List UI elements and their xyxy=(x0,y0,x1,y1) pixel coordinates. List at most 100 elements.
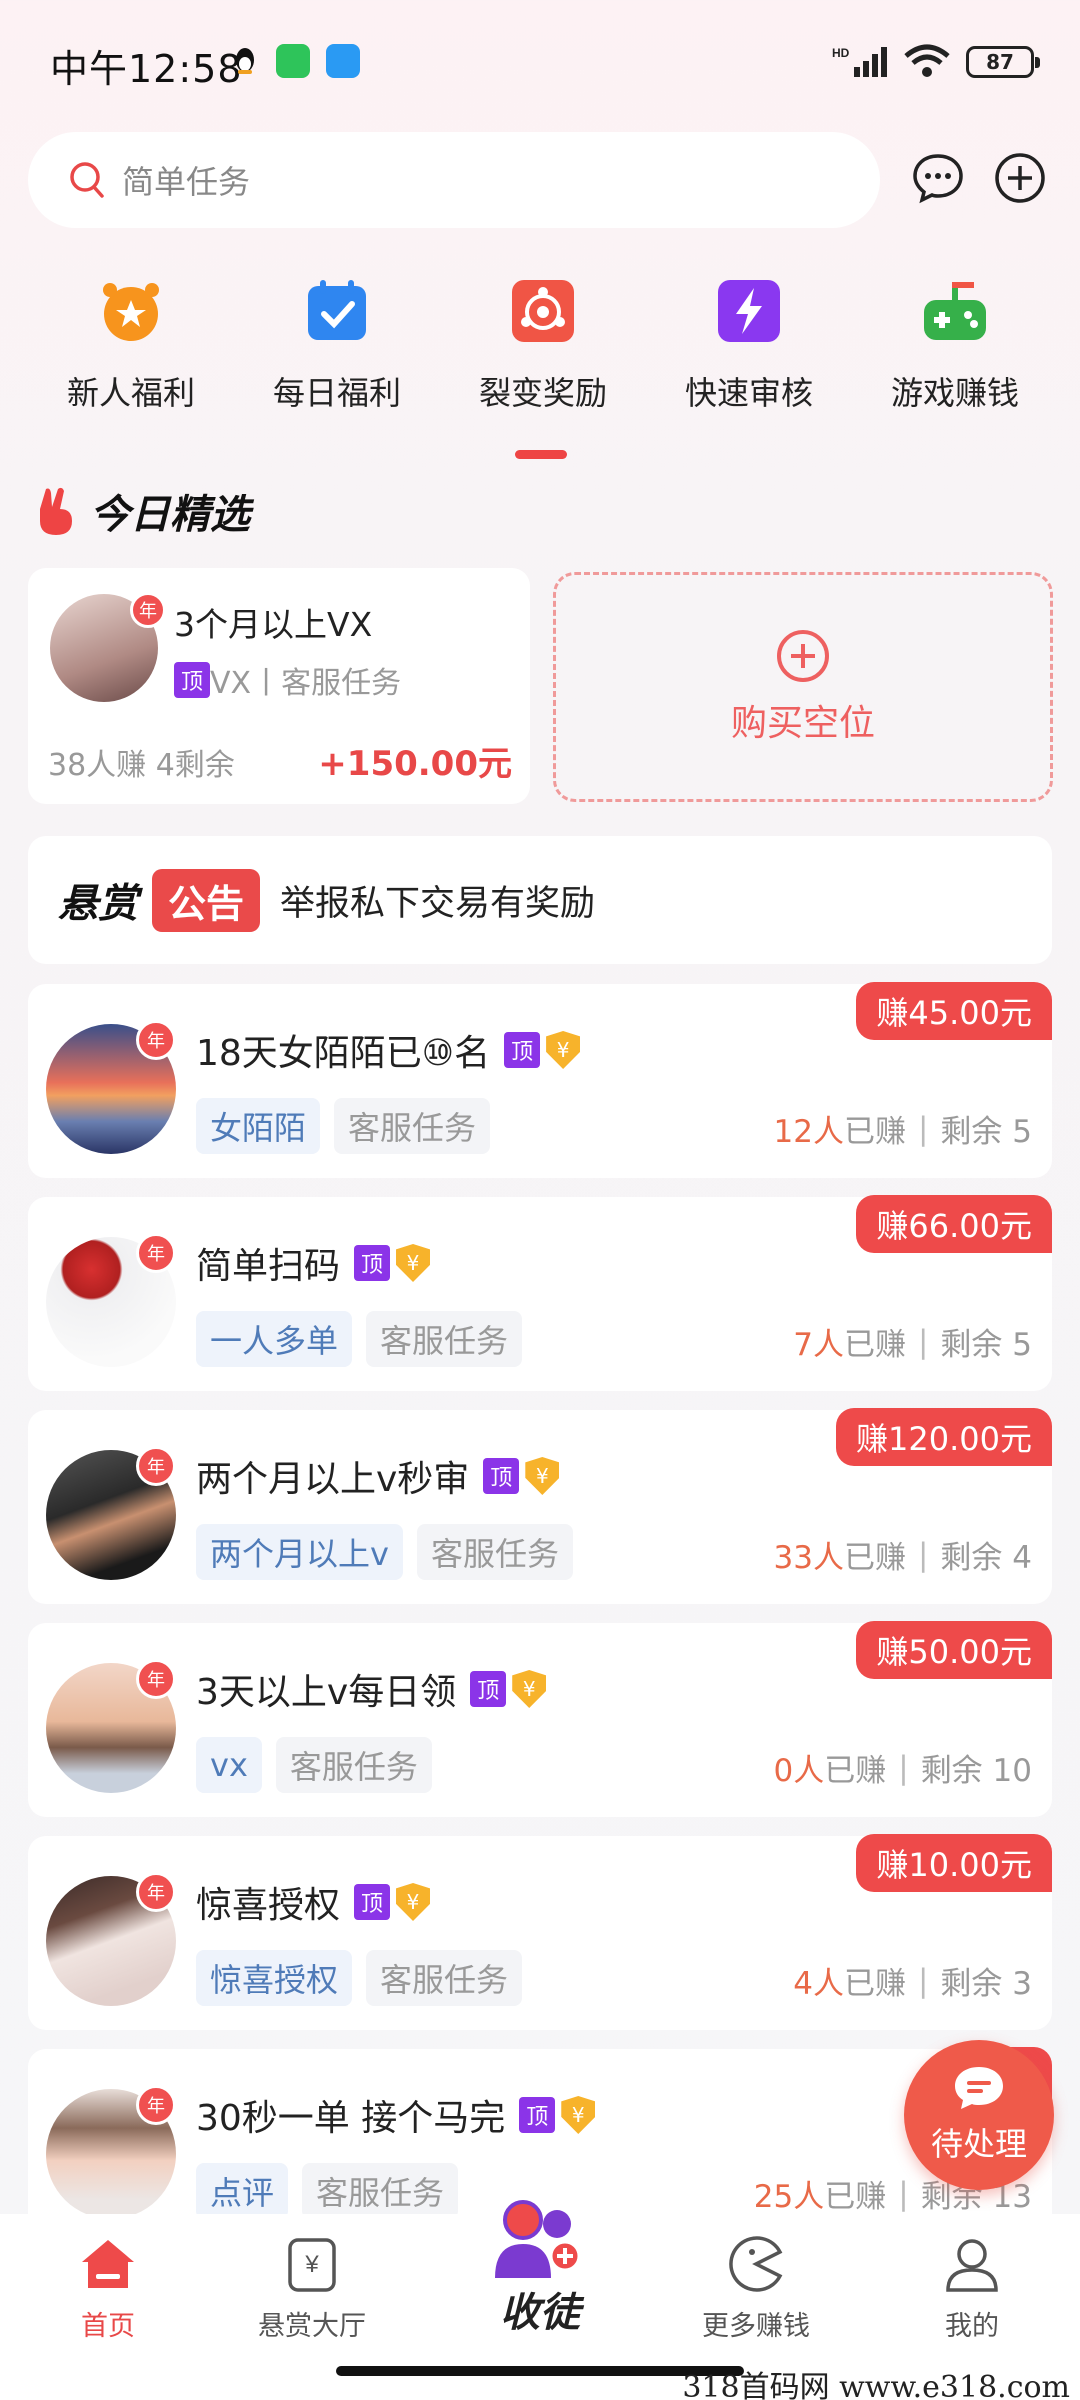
pending-float-button[interactable]: 待处理 xyxy=(904,2040,1054,2190)
task-card[interactable]: 年 3天以上v每日领顶 ¥ vx 客服任务 0人 已赚 | 剩余 10 赚50.00元 xyxy=(28,1621,1052,1817)
task-tag: 女陌陌 xyxy=(196,1098,321,1154)
shield-icon: ¥ xyxy=(525,1457,560,1495)
top-badge: 顶 xyxy=(174,662,210,698)
category-newbie-welfare[interactable]: 新人福利 xyxy=(28,278,234,414)
nav-more-earn[interactable]: 更多赚钱 xyxy=(666,2234,846,2343)
status-time: 中午12:58 xyxy=(50,47,243,91)
category-fission-reward[interactable]: 裂变奖励 xyxy=(440,278,646,414)
wifi-icon xyxy=(904,44,950,77)
home-icon xyxy=(82,2240,134,2288)
featured-task-price: +150.00元 xyxy=(318,744,512,784)
top-badge: 顶 xyxy=(483,1458,520,1494)
svg-text:HD: HD xyxy=(832,46,850,60)
calendar-check-icon xyxy=(308,280,366,340)
gamepad-icon xyxy=(924,282,986,340)
task-title: 简单扫码顶 ¥ xyxy=(196,1237,431,1289)
task-tag: 点评 xyxy=(196,2163,289,2219)
top-badge: 顶 xyxy=(519,2097,556,2133)
task-tag: 客服任务 xyxy=(366,1311,523,1367)
svg-text:¥: ¥ xyxy=(304,2251,319,2278)
year-badge: 年 xyxy=(136,1233,176,1273)
notice-message: 举报私下交易有奖励 xyxy=(280,883,596,924)
task-tag: 客服任务 xyxy=(416,1524,573,1580)
task-title: 3天以上v每日领顶 ¥ xyxy=(196,1663,547,1715)
task-tags: 两个月以上v 客服任务 xyxy=(196,1524,573,1580)
featured-task-card[interactable]: 年 3个月以上VX 顶 VX丨客服任务 38人赚 4剩余 +150.00元 xyxy=(28,568,530,804)
task-title: 惊喜授权顶 ¥ xyxy=(196,1876,431,1928)
section-title-today-picks: 今日精选 xyxy=(36,482,250,540)
featured-task-tags: 顶 VX丨客服任务 xyxy=(174,658,401,702)
task-card[interactable]: 年 简单扫码顶 ¥ 一人多单 客服任务 7人 已赚 | 剩余 5 赚66.00元 xyxy=(28,1195,1052,1391)
earn-badge: 赚45.00元 xyxy=(856,982,1052,1040)
status-indicators: HD 87 xyxy=(832,44,1040,80)
victory-hand-icon xyxy=(40,487,72,535)
task-tag: 惊喜授权 xyxy=(196,1950,353,2006)
task-card[interactable]: 年 两个月以上v秒审顶 ¥ 两个月以上v 客服任务 33人 已赚 | 剩余 4 赚120… xyxy=(28,1408,1052,1604)
task-card[interactable]: 年 18天女陌陌已⑩名顶 ¥ 女陌陌 客服任务 12人 已赚 | 剩余 5 赚45.00… xyxy=(28,982,1052,1178)
chat-icon[interactable] xyxy=(910,150,966,206)
task-stats: 33人 已赚 | 剩余 4 xyxy=(773,1536,1032,1577)
top-badge: 顶 xyxy=(354,1245,391,1281)
task-stats: 0人 已赚 | 剩余 10 xyxy=(773,1749,1033,1790)
notice-tag: 公告 xyxy=(152,868,261,932)
wechat-icon xyxy=(276,44,310,78)
notice-title: 悬赏 xyxy=(58,881,138,927)
buy-slot-label: 购买空位 xyxy=(730,703,875,744)
task-tag: 两个月以上v xyxy=(196,1524,403,1580)
category-daily-welfare[interactable]: 每日福利 xyxy=(234,278,440,414)
category-fast-review[interactable]: 快速审核 xyxy=(646,278,852,414)
category-scroll-indicator xyxy=(515,450,567,459)
task-tags: 一人多单 客服任务 xyxy=(196,1311,523,1367)
pacman-icon xyxy=(729,2236,783,2292)
recruit-icon xyxy=(495,2200,581,2278)
task-title: 18天女陌陌已⑩名顶 ¥ xyxy=(196,1024,581,1076)
category-game-earn[interactable]: 游戏赚钱 xyxy=(852,278,1058,414)
qq-icon xyxy=(236,48,254,74)
task-title: 30秒一单 接个马完顶 ¥ xyxy=(196,2089,596,2141)
task-tag: 一人多单 xyxy=(196,1311,353,1367)
year-badge: 年 xyxy=(136,1020,176,1060)
user-icon xyxy=(946,2239,998,2292)
year-badge: 年 xyxy=(136,1659,176,1699)
year-badge: 年 xyxy=(136,2085,176,2125)
earn-badge: 赚10.00元 xyxy=(856,1834,1052,1892)
shield-icon: ¥ xyxy=(546,1031,581,1069)
top-badge: 顶 xyxy=(354,1884,391,1920)
category-row: 新人福利 每日福利 裂变奖励 快速审核 游戏赚钱 xyxy=(0,278,1080,414)
plus-circle-icon xyxy=(777,630,829,682)
fission-icon xyxy=(512,280,574,342)
task-tag: 客服任务 xyxy=(275,1737,432,1793)
task-tags: 惊喜授权 客服任务 xyxy=(196,1950,523,2006)
featured-task-title: 3个月以上VX xyxy=(174,605,373,644)
watermark: 318首码网 www.e318.com xyxy=(682,2370,1070,2400)
year-badge: 年 xyxy=(136,1446,176,1486)
nav-home[interactable]: 首页 xyxy=(18,2234,198,2343)
pending-label: 待处理 xyxy=(930,2125,1027,2163)
shield-icon: ¥ xyxy=(396,1883,431,1921)
shield-icon: ¥ xyxy=(396,1244,431,1282)
featured-task-meta: 38人赚 4剩余 xyxy=(48,748,235,783)
task-tag: vx xyxy=(196,1737,262,1793)
task-stats: 7人 已赚 | 剩余 5 xyxy=(793,1323,1032,1364)
nav-reward-hall[interactable]: ¥ 悬赏大厅 xyxy=(222,2234,402,2343)
search-icon xyxy=(70,162,104,198)
search-placeholder: 简单任务 xyxy=(122,163,251,201)
task-tags: vx 客服任务 xyxy=(196,1737,432,1793)
battery-indicator: 87 xyxy=(966,46,1040,78)
announcement-bar[interactable]: 悬赏 公告 举报私下交易有奖励 xyxy=(28,836,1052,964)
signal-icon: HD xyxy=(832,46,887,77)
search-input[interactable]: 简单任务 xyxy=(28,132,880,228)
add-icon[interactable] xyxy=(992,150,1048,206)
task-stats: 12人 已赚 | 剩余 5 xyxy=(773,1110,1032,1151)
buy-slot-button[interactable]: 购买空位 xyxy=(553,572,1053,802)
nav-mine[interactable]: 我的 xyxy=(882,2234,1062,2343)
task-stats: 4人 已赚 | 剩余 3 xyxy=(793,1962,1032,2003)
task-tag: 客服任务 xyxy=(302,2163,459,2219)
task-tag: 客服任务 xyxy=(366,1950,523,2006)
message-app-icon xyxy=(326,44,360,78)
task-tag: 客服任务 xyxy=(334,1098,491,1154)
task-card[interactable]: 年 惊喜授权顶 ¥ 惊喜授权 客服任务 4人 已赚 | 剩余 3 赚10.00元 xyxy=(28,1834,1052,2030)
nav-recruit[interactable]: 收徒 xyxy=(450,2194,630,2338)
shield-icon: ¥ xyxy=(561,2096,596,2134)
lightning-icon xyxy=(718,280,780,342)
